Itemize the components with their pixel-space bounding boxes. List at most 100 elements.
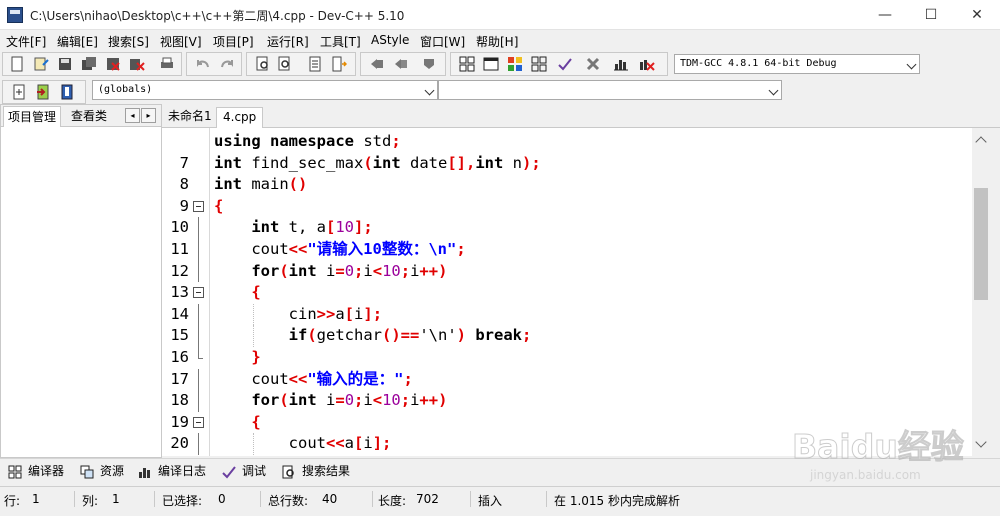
insert-toolbar <box>2 80 86 104</box>
tab-class-browser[interactable]: 查看类 <box>67 106 111 127</box>
goto-bookmark-icon[interactable] <box>59 84 75 100</box>
minimize-button[interactable]: — <box>862 0 908 30</box>
syntax-check-icon[interactable] <box>557 56 573 72</box>
editor-tabs: 未命名1 4.cpp <box>162 104 1000 128</box>
project-panel: 项目管理 查看类 ◂ ▸ <box>0 104 162 458</box>
delete-profile-icon[interactable] <box>639 56 655 72</box>
symbol-select[interactable] <box>438 80 782 100</box>
editor-vertical-scrollbar[interactable] <box>972 128 990 456</box>
status-separator <box>74 491 75 507</box>
status-col-value: 1 <box>112 492 120 506</box>
search-toolbar <box>246 52 356 76</box>
project-panel-tabs: 项目管理 查看类 ◂ ▸ <box>1 105 161 127</box>
code-editor[interactable]: 7 using namespace std; 8 int find_sec_ma… <box>162 128 972 456</box>
tab-search-results[interactable]: 搜索结果 <box>282 462 360 482</box>
new-file-icon[interactable] <box>9 56 25 72</box>
save-all-icon[interactable] <box>81 56 97 72</box>
menu-help[interactable]: 帮助[H] <box>476 33 518 50</box>
fold-guide <box>198 303 199 326</box>
menu-file[interactable]: 文件[F] <box>6 33 46 50</box>
tab-debug[interactable]: 调试 <box>222 462 272 482</box>
tab-scroll-right-icon[interactable]: ▸ <box>141 108 156 123</box>
status-row-label: 行: <box>4 494 21 508</box>
compile-toolbar <box>450 52 668 76</box>
line-text: for(int i=0;i<10;i++) <box>251 261 448 280</box>
project-options-icon[interactable] <box>421 56 437 72</box>
menu-project[interactable]: 项目[P] <box>213 33 254 50</box>
goto-line-icon[interactable] <box>307 56 323 72</box>
close-file-icon[interactable] <box>105 56 121 72</box>
tab-4cpp[interactable]: 4.cpp <box>216 107 264 128</box>
find-icon[interactable] <box>255 56 271 72</box>
fold-collapse-icon[interactable] <box>193 287 204 299</box>
status-selected-label: 已选择: <box>162 494 203 508</box>
menu-astyle[interactable]: AStyle <box>371 33 409 47</box>
code-line: 12 cout<<"请输入10整数：\n"; <box>162 239 972 280</box>
compile-run-icon[interactable] <box>507 56 523 72</box>
project-toolbar <box>360 52 446 76</box>
code-line: 15 cin>>a[i]; <box>162 303 972 344</box>
toggle-bookmark-icon[interactable] <box>35 84 51 100</box>
line-text: { <box>214 196 224 215</box>
menu-view[interactable]: 视图[V] <box>160 33 202 50</box>
run-icon[interactable] <box>483 56 499 72</box>
line-text: if(getchar()=='\n') break; <box>288 326 532 345</box>
line-text: int t, a[10]; <box>251 218 373 237</box>
code-line: 21 cout<<a[i]; <box>162 433 972 456</box>
fold-guide <box>198 239 199 261</box>
save-icon[interactable] <box>57 56 73 72</box>
add-to-project-icon[interactable] <box>393 56 409 72</box>
scroll-up-icon[interactable] <box>975 136 987 148</box>
line-text: } <box>251 348 261 366</box>
tab-compile-log[interactable]: 编译日志 <box>138 462 216 482</box>
rebuild-all-icon[interactable] <box>531 56 547 72</box>
redo-icon[interactable] <box>219 56 235 72</box>
tab-project-manager[interactable]: 项目管理 <box>3 106 62 127</box>
profile-chart-icon[interactable] <box>613 56 629 72</box>
menu-edit[interactable]: 编辑[E] <box>57 33 98 50</box>
compiler-grid-icon <box>8 465 22 479</box>
fold-collapse-icon[interactable] <box>193 200 204 212</box>
stop-execution-icon[interactable] <box>585 56 601 72</box>
line-text: cout<<a[i]; <box>214 434 392 453</box>
replace-icon[interactable] <box>277 56 293 72</box>
close-button[interactable]: ✕ <box>954 0 1000 30</box>
line-text: for(int i=0;i<10;i++) <box>251 391 448 410</box>
tab-compile-log-label: 编译日志 <box>158 464 207 478</box>
scroll-down-icon[interactable] <box>975 436 987 448</box>
compile-icon[interactable] <box>459 56 475 72</box>
status-length-value: 702 <box>416 492 439 506</box>
compiler-select-value: TDM-GCC 4.8.1 64-bit Debug <box>680 58 837 69</box>
close-all-icon[interactable] <box>129 56 145 72</box>
status-separator <box>546 491 547 507</box>
menu-window[interactable]: 窗口[W] <box>420 33 465 50</box>
tab-untitled1[interactable]: 未命名1 <box>162 107 218 128</box>
tab-debug-label: 调试 <box>242 464 267 478</box>
indent-icon[interactable] <box>331 56 347 72</box>
menu-run[interactable]: 运行[R] <box>267 33 309 50</box>
menu-tools[interactable]: 工具[T] <box>320 33 361 50</box>
status-insert-mode: 插入 <box>478 494 503 508</box>
fold-collapse-icon[interactable] <box>193 416 204 428</box>
undo-icon[interactable] <box>195 56 211 72</box>
status-length-label: 长度: <box>378 494 407 508</box>
scope-select[interactable]: (globals) <box>92 80 438 100</box>
menu-search[interactable]: 搜索[S] <box>108 33 149 50</box>
insert-code-icon[interactable] <box>11 84 27 100</box>
menu-bar: 文件[F] 编辑[E] 搜索[S] 视图[V] 项目[P] 运行[R] 工具[T… <box>0 30 1000 50</box>
compiler-select[interactable]: TDM-GCC 4.8.1 64-bit Debug <box>674 54 920 74</box>
print-icon[interactable] <box>159 56 175 72</box>
code-line: 7 using namespace std; <box>162 131 972 172</box>
tab-scroll-left-icon[interactable]: ◂ <box>125 108 140 123</box>
devcpp-app-icon <box>7 7 23 23</box>
tab-compiler[interactable]: 编译器 <box>8 462 72 482</box>
fold-guide <box>198 260 199 283</box>
scroll-thumb[interactable] <box>974 188 988 300</box>
line-text: int main() <box>214 175 308 194</box>
new-project-icon[interactable] <box>369 56 385 72</box>
open-file-icon[interactable] <box>33 56 49 72</box>
tab-resources[interactable]: 资源 <box>80 462 132 482</box>
maximize-button[interactable]: ☐ <box>908 0 954 30</box>
bottom-panel-tabs: 编译器 资源 编译日志 调试 搜索结果 <box>0 458 1000 484</box>
status-total-lines-label: 总行数: <box>268 494 309 508</box>
